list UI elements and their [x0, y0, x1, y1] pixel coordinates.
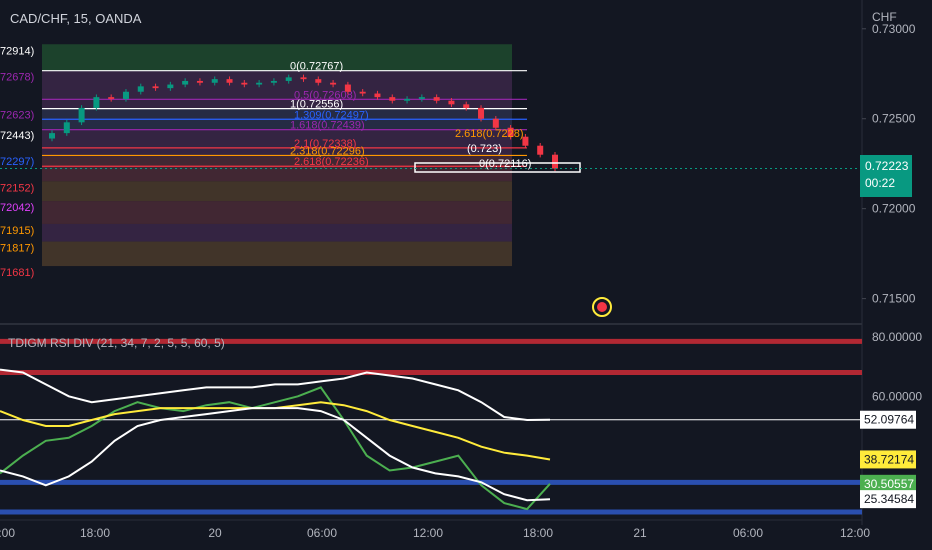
rsi-value-tag-text: 38.72174 [864, 452, 914, 466]
candle-body [478, 107, 485, 119]
time-axis-label: 21 [633, 526, 647, 540]
left-fib-label: 72914) [0, 45, 34, 57]
candle-body [285, 77, 292, 81]
candle-body [152, 86, 159, 89]
candle-body [256, 82, 263, 85]
last-price-value: 0.72223 [865, 159, 909, 173]
secondary-fib-label: 2.618(0.7228) [455, 128, 524, 140]
candle-body [226, 79, 233, 83]
fib-zone [42, 201, 512, 224]
chart-root: 0.73000 0.72500 0.72000 0.71500 0(0.72767) 0.… [0, 0, 932, 550]
candle-body [78, 107, 85, 123]
candle-body [418, 97, 425, 99]
candle-body [300, 77, 307, 80]
candle-body [63, 122, 70, 134]
left-fib-label: 71817) [0, 243, 34, 255]
fib-zone [42, 223, 512, 242]
fib-level-label: 2.618(0.72236) [294, 156, 369, 168]
time-axis-label: 12:00 [413, 526, 443, 540]
candle-body [49, 133, 55, 139]
rsi-series-line [0, 386, 551, 511]
candle-body [330, 82, 337, 85]
bar-countdown: 00:22 [865, 176, 896, 190]
candle-body [211, 79, 218, 83]
candle-body [552, 154, 558, 169]
candle-body [492, 118, 499, 128]
left-fib-label: 71915) [0, 225, 34, 237]
fib-level-label: 1.618(0.72439) [290, 120, 365, 132]
rsi-axis-label: 80.00000 [872, 330, 922, 344]
candle-body [93, 97, 100, 108]
candle-body [196, 80, 203, 83]
candle-body [182, 80, 189, 85]
time-axis-label: 18:00 [523, 526, 553, 540]
time-axis-label: 18:00 [80, 526, 110, 540]
price-axis-label: 0.72000 [872, 202, 916, 216]
candle-body [433, 97, 440, 101]
candle-body [108, 97, 115, 99]
rsi-value-tag-text: 30.50557 [864, 477, 914, 491]
price-axis-label: 0.72500 [872, 112, 916, 126]
candle-body [167, 84, 174, 89]
secondary-fib-label: (0.723) [467, 143, 502, 155]
rsi-axis-label: 60.00000 [872, 389, 922, 403]
left-fib-label: 72297) [0, 156, 34, 168]
fib-zone [42, 70, 512, 109]
price-axis-label: 0.71500 [872, 292, 916, 306]
left-fib-label: 72623) [0, 110, 34, 122]
left-fib-label: 72443) [0, 130, 34, 142]
left-fib-label: 72042) [0, 202, 34, 214]
fib-zone [42, 181, 512, 202]
candle-body [359, 91, 366, 94]
economic-event-flag [597, 302, 607, 312]
rsi-value-tag-text: 25.34584 [864, 492, 914, 506]
candle-body [389, 97, 396, 101]
currency-label: CHF [872, 10, 897, 24]
candle-body [463, 104, 470, 108]
candle-body [270, 80, 277, 83]
candle-body [315, 79, 322, 83]
candle-body [137, 86, 144, 92]
left-fib-label: 71681) [0, 267, 34, 279]
rsi-value-tag-text: 52.09764 [864, 413, 914, 427]
left-fib-label: 72678) [0, 72, 34, 84]
fib-zone [42, 44, 512, 71]
chart-canvas[interactable]: 0.730000.725000.720000.715000(0.72767)0.… [0, 0, 932, 550]
candle-body [122, 91, 129, 99]
fib-zone [42, 241, 512, 267]
time-axis-label: 06:00 [733, 526, 763, 540]
last-price-tag: 0.72223 00:22 [860, 155, 912, 197]
time-axis-label: 17:00 [0, 526, 15, 540]
fib-level-label: 0(0.72767) [290, 61, 343, 73]
indicator-title[interactable]: TDIGM RSI DIV (21, 34, 7, 2, 5, 5, 60, 5… [8, 336, 225, 350]
candle-body [404, 98, 411, 101]
candle-body [537, 145, 544, 155]
time-axis-label: 12:00 [840, 526, 870, 540]
candle-body [448, 100, 455, 105]
candle-body [344, 84, 351, 92]
fib-zone [42, 128, 512, 156]
time-axis-label: 06:00 [307, 526, 337, 540]
left-fib-label: 72152) [0, 182, 34, 194]
candle-body [241, 82, 248, 85]
candle-body [374, 93, 381, 98]
rsi-series-line [0, 368, 551, 422]
time-axis-label: 20 [208, 526, 222, 540]
symbol-title[interactable]: CAD/CHF, 15, OANDA [10, 12, 141, 26]
